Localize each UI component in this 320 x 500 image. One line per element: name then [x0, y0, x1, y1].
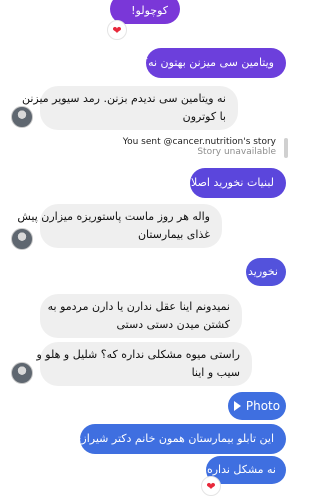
- story-unavailable-text: Story unavailable: [197, 147, 276, 157]
- story-sent-note[interactable]: You sent @cancer.nutrition's story Story…: [123, 137, 276, 157]
- message-text-line: با کوترون: [182, 110, 226, 123]
- photo-button-label: Photo: [245, 399, 281, 413]
- heart-icon: ❤: [206, 479, 216, 493]
- message-bubble-outgoing[interactable]: ویتامین سی میزنن بهتون نه؟: [142, 48, 286, 78]
- message-text: ویتامین سی میزنن بهتون نه؟: [142, 56, 274, 69]
- message-text-line: واله هر روز ماست پاستوریزه میزارن پیش: [17, 210, 210, 223]
- message-text: این تابلو بیمارستان همون خانم دکتر شیراز…: [72, 432, 274, 445]
- message-bubble-outgoing[interactable]: این تابلو بیمارستان همون خانم دکتر شیراز…: [73, 424, 286, 454]
- message-bubble-outgoing[interactable]: نخورید: [246, 258, 286, 286]
- heart-icon: ❤: [112, 23, 122, 37]
- message-text-line: نمیدونم اینا عقل ندارن یا دارن مردمو به: [47, 300, 230, 313]
- message-bubble-incoming[interactable]: نه ویتامین سی ندیدم بزنن. رمد سیویر میزن…: [21, 86, 238, 130]
- message-text: کوچولو!: [131, 4, 168, 17]
- message-bubble-outgoing[interactable]: لبنیات نخورید اصلا: [190, 168, 286, 198]
- message-text: نه مشکل نداره: [206, 463, 276, 476]
- story-title: You sent @cancer.nutrition's story: [122, 137, 276, 147]
- message-text-line: سیب و اینا: [191, 366, 240, 379]
- message-bubble-incoming[interactable]: نمیدونم اینا عقل ندارن یا دارن مردمو به …: [40, 294, 242, 338]
- message-text-line: راستی میوه مشکلی نداره که؟ شلیل و هلو و: [36, 348, 241, 361]
- message-bubble-incoming[interactable]: واله هر روز ماست پاستوریزه میزارن پیش غذ…: [17, 204, 222, 248]
- contact-avatar[interactable]: [11, 228, 33, 250]
- message-bubble-incoming[interactable]: راستی میوه مشکلی نداره که؟ شلیل و هلو و …: [36, 342, 252, 386]
- message-text: نخورید: [248, 265, 278, 278]
- contact-avatar[interactable]: [11, 362, 33, 384]
- message-text-line: کشتن میدن دستی دستی: [116, 318, 230, 331]
- photo-button[interactable]: Photo: [228, 392, 286, 420]
- message-text: لبنیات نخورید اصلا: [191, 176, 274, 189]
- message-text-line: نه ویتامین سی ندیدم بزنن. رمد سیویر میزن…: [21, 92, 226, 105]
- reaction-badge[interactable]: ❤: [201, 476, 221, 496]
- play-icon: [233, 401, 241, 411]
- contact-avatar[interactable]: [11, 106, 33, 128]
- message-text-line: غذای بیمارستان: [137, 228, 210, 241]
- story-reply-bar: [284, 138, 288, 158]
- reaction-badge[interactable]: ❤: [107, 20, 127, 40]
